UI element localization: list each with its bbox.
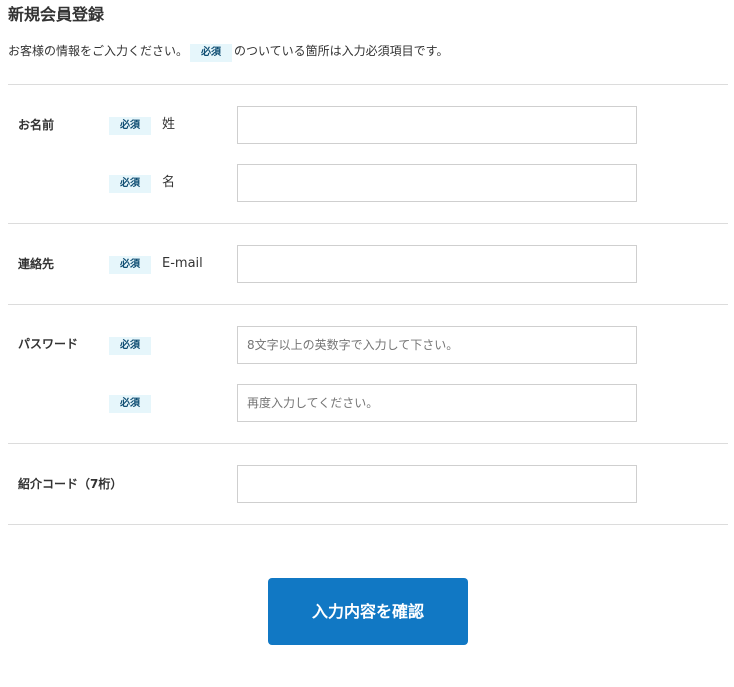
required-badge: 必須	[109, 117, 151, 135]
name-section-label: お名前	[18, 118, 55, 132]
divider	[8, 443, 728, 444]
required-badge: 必須	[109, 337, 151, 355]
required-badge: 必須	[109, 395, 151, 413]
page-title: 新規会員登録	[8, 5, 105, 24]
first-name-label: 名	[162, 175, 176, 190]
divider	[8, 304, 728, 305]
referral-code-input[interactable]	[237, 465, 637, 503]
divider	[8, 524, 728, 525]
last-name-input[interactable]	[237, 106, 637, 144]
required-badge: 必須	[109, 256, 151, 274]
email-input[interactable]	[237, 245, 637, 283]
contact-section-label: 連絡先	[18, 257, 55, 271]
password-confirm-input[interactable]	[237, 384, 637, 422]
required-badge: 必須	[109, 175, 151, 193]
referral-code-label: 紹介コード（7桁）	[18, 477, 123, 491]
password-section-label: パスワード	[18, 337, 79, 351]
password-input[interactable]	[237, 326, 637, 364]
divider	[8, 223, 728, 224]
first-name-input[interactable]	[237, 164, 637, 202]
intro-text-after: のついている箇所は入力必須項目です。	[234, 44, 449, 58]
confirm-input-button[interactable]: 入力内容を確認	[268, 578, 468, 645]
intro-text-before: お客様の情報をご入力ください。	[8, 44, 189, 58]
last-name-label: 姓	[162, 117, 176, 132]
email-label: E-mail	[162, 256, 203, 271]
required-badge-legend: 必須	[190, 44, 233, 62]
intro-text: お客様の情報をご入力ください。 必須 のついている箇所は入力必須項目です。	[8, 41, 448, 62]
divider	[8, 84, 728, 85]
